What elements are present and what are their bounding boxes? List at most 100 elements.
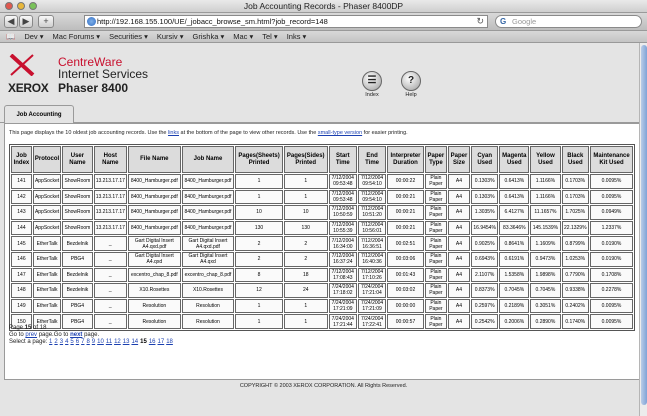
table-cell: 13.213.17.17 (93, 205, 128, 220)
table-cell: 24 (283, 283, 328, 298)
bookmark-grishka[interactable]: Grishka ▾ (193, 31, 225, 42)
table-cell: 2 (235, 236, 283, 251)
scrollbar-thumb[interactable] (641, 45, 647, 405)
table-cell: 1 (283, 314, 328, 329)
page-number-link[interactable]: 9 (92, 339, 95, 345)
page-number-link[interactable]: 17 (158, 339, 165, 345)
address-bar[interactable]: http://192.168.155.100/UE/_jobacc_browse… (84, 15, 488, 28)
bookmark-kursiv[interactable]: Kursiv ▾ (157, 31, 184, 42)
bookmark-mac-forums[interactable]: Mac Forums ▾ (53, 31, 101, 42)
internet-services-label: Internet Services (58, 67, 149, 81)
prev-page-link[interactable]: prev (25, 332, 37, 338)
table-cell: 130 (283, 220, 328, 236)
new-tab-button[interactable]: + (38, 15, 54, 28)
table-cell: ShowRoom (62, 189, 93, 205)
site-icon (87, 17, 96, 26)
current-page: 15 (24, 325, 32, 331)
search-input[interactable]: G Google (495, 15, 642, 28)
table-cell: 11.1657% (530, 205, 561, 220)
table-cell: 1.5358% (499, 267, 530, 283)
table-cell: 00:03:06 (387, 251, 424, 267)
forward-button[interactable]: ▶ (19, 15, 33, 28)
table-cell: 0.1303% (470, 174, 499, 189)
bookmark-securities[interactable]: Securities ▾ (109, 31, 148, 42)
table-cell: 8400_Hamburger.pdf (128, 174, 181, 189)
table-cell: _ (93, 236, 128, 251)
table-cell: Plain Paper (424, 251, 447, 267)
page-number-link[interactable]: 10 (97, 339, 104, 345)
column-header: Black Used (561, 146, 590, 173)
table-cell: 00:00:21 (387, 205, 424, 220)
page-number-link[interactable]: 15 (140, 339, 147, 345)
table-cell: 0.2402% (561, 298, 590, 314)
page-number-link[interactable]: 14 (131, 339, 138, 345)
bookmarks-icon[interactable]: 📖 (6, 31, 15, 42)
bookmark-tel[interactable]: Tel ▾ (262, 31, 277, 42)
column-header: Cyan Used (470, 146, 499, 173)
table-cell: 0.6413% (499, 189, 530, 205)
close-window-button[interactable] (5, 2, 13, 10)
table-cell: 1 (235, 298, 283, 314)
table-cell: X10.Rosettes (181, 283, 235, 298)
refresh-icon[interactable]: ↻ (476, 16, 484, 27)
table-cell: 00:00:57 (387, 314, 424, 329)
table-cell: PBG4 (62, 251, 93, 267)
page-number-link[interactable]: 6 (76, 339, 79, 345)
table-cell: 1.1609% (530, 236, 561, 251)
table-cell: 13.213.17.17 (93, 189, 128, 205)
description-text-2: at the bottom of the page to view other … (179, 130, 318, 136)
table-cell: 8400_Hamburger.pdf (181, 189, 235, 205)
table-row: 144 AppSocket ShowRoom 13.213.17.17 8400_Ham… (11, 220, 633, 236)
column-header: Yellow Used (530, 146, 561, 173)
page-number-link[interactable]: 13 (123, 339, 130, 345)
page-number-link[interactable]: 5 (70, 339, 73, 345)
links-link[interactable]: links (168, 130, 179, 136)
page-number-link[interactable]: 3 (60, 339, 63, 345)
vertical-scrollbar[interactable] (639, 43, 647, 416)
help-icon[interactable]: ? (401, 71, 421, 91)
table-cell: Plain Paper (424, 189, 447, 205)
table-cell: 0.2189% (499, 298, 530, 314)
table-cell: excentro_chap_8.pdf (181, 267, 235, 283)
page-number-link[interactable]: 8 (86, 339, 89, 345)
page-number-link[interactable]: 12 (114, 339, 121, 345)
page-number-link[interactable]: 4 (65, 339, 68, 345)
minimize-window-button[interactable] (17, 2, 25, 10)
index-icon[interactable]: ☰ (362, 71, 382, 91)
table-cell: 1.1166% (530, 174, 561, 189)
bookmark-dev[interactable]: Dev ▾ (24, 31, 43, 42)
page-number-link[interactable]: 18 (166, 339, 173, 345)
help-label[interactable]: Help (396, 92, 426, 98)
table-cell: 1.2337% (590, 220, 633, 236)
next-page-link[interactable]: next (70, 332, 82, 338)
small-type-version-link[interactable]: small-type version (318, 130, 362, 136)
index-label[interactable]: Index (357, 92, 387, 98)
page-number-link[interactable]: 2 (54, 339, 57, 345)
tab-bar: Job Accounting (0, 103, 647, 123)
page-number-link[interactable]: 7 (81, 339, 84, 345)
back-button[interactable]: ◀ (4, 15, 18, 28)
page-number-link[interactable]: 16 (149, 339, 156, 345)
table-cell: Resolution (181, 298, 235, 314)
page-number-link[interactable]: 11 (106, 339, 112, 345)
table-cell: 0.0095% (590, 298, 633, 314)
table-cell: 8 (235, 267, 283, 283)
column-header: Paper Size (447, 146, 470, 173)
table-cell: 00:00:22 (387, 174, 424, 189)
zoom-window-button[interactable] (29, 2, 37, 10)
table-cell: AppSocket (32, 174, 62, 189)
page-number-link[interactable]: 1 (49, 339, 52, 345)
table-cell: 13.213.17.17 (93, 174, 128, 189)
tab-job-accounting[interactable]: Job Accounting (4, 105, 74, 123)
column-header: Interpreter Duration (387, 146, 424, 173)
column-header: Job Index (11, 146, 32, 173)
table-cell: _ (93, 298, 128, 314)
table-cell: A4 (447, 298, 470, 314)
table-cell: EtherTalk (32, 298, 62, 314)
bookmark-inks[interactable]: Inks ▾ (287, 31, 307, 42)
table-cell: 0.8799% (561, 236, 590, 251)
table-cell: Plain Paper (424, 220, 447, 236)
table-cell: 0.1303% (470, 189, 499, 205)
table-cell: 1 (235, 189, 283, 205)
bookmark-mac[interactable]: Mac ▾ (233, 31, 253, 42)
